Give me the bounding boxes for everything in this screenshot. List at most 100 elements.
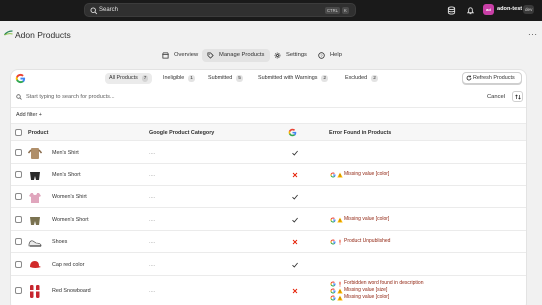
product-thumbnail [28,240,42,247]
column-header-category[interactable]: Google Product Category [149,130,214,136]
shortcut-key-k: K [342,7,349,14]
filter-submitted-count: 5 [236,75,243,82]
product-search-input[interactable]: Start typing to search for products... [26,94,115,100]
tab-settings-label: Settings [286,52,307,58]
check-icon [292,217,298,223]
app-nav-tabs: Overview Manage Products Settings ? Help [0,49,542,63]
google-icon [330,281,336,286]
add-filter-button[interactable]: Add filter + [16,112,42,118]
filter-submitted[interactable]: Submitted 5 [204,73,247,84]
filter-excluded-label: Excluded [345,75,368,81]
error-message: Missing value [color] [344,216,390,222]
warning-icon [337,217,343,222]
error-icon [339,281,341,286]
table-row[interactable]: Cap red color.... [11,253,526,276]
product-search-bar[interactable]: Start typing to search for products... C… [11,89,526,105]
error-message: Missing value [color] [344,171,390,177]
table-row[interactable]: Men's Short.... Missing value [color] [11,164,526,186]
product-thumbnail [28,148,42,159]
tab-manage-products[interactable]: Manage Products [202,49,271,62]
avatar[interactable]: ad [483,4,494,15]
table-row[interactable]: Shoes.... Product Unpublished [11,231,526,253]
column-header-errors[interactable]: Error Found in Products [329,130,391,136]
product-category: .... [149,150,156,156]
table-row[interactable]: Women's Short.... Missing value [color] [11,208,526,231]
google-column-icon [288,128,297,137]
tag-icon [207,52,214,59]
tab-help[interactable]: ? Help [313,49,348,62]
x-icon [292,172,298,178]
product-thumbnail [30,172,40,180]
product-name[interactable]: Red Snowboard [52,288,91,294]
product-category: .... [149,262,156,268]
product-thumbnail [29,193,41,203]
column-header-product[interactable]: Product [28,130,48,136]
refresh-products-label: Refresh Products [473,75,515,81]
warning-icon [337,172,343,177]
row-checkbox[interactable] [15,171,22,178]
page-title: Adon Products [15,30,71,40]
tab-manage-products-label: Manage Products [219,52,265,58]
row-checkbox[interactable] [15,149,22,156]
search-icon [90,7,98,15]
filter-excluded-count: 2 [371,75,378,82]
x-icon [292,288,298,294]
product-name[interactable]: Shoes [52,239,67,245]
row-checkbox[interactable] [15,261,22,268]
warning-icon [337,295,343,300]
error-icon [339,239,341,244]
error-message: Forbidden word found in description [344,280,424,286]
filter-submitted-with-warnings[interactable]: Submitted with Warnings 2 [254,73,332,84]
check-icon [292,150,298,156]
store-name[interactable]: adon-test [497,6,522,12]
google-icon [330,288,336,293]
table-row[interactable]: Women's Shirt.... [11,186,526,208]
product-name[interactable]: Cap red color [52,262,84,268]
refresh-icon [466,75,472,81]
google-icon [330,239,336,244]
warning-icon [337,288,343,293]
row-checkbox[interactable] [15,287,22,294]
row-checkbox[interactable] [15,193,22,200]
product-category: .... [149,288,156,294]
store-badge: dev [523,5,535,14]
filter-submitted-with-warnings-label: Submitted with Warnings [258,75,318,81]
cancel-search-button[interactable]: Cancel [487,94,505,100]
table-row[interactable]: Men's Shirt.... [11,141,526,164]
search-icon [16,94,22,100]
product-category: .... [149,217,156,223]
tab-help-label: Help [330,52,342,58]
row-checkbox[interactable] [15,216,22,223]
product-name[interactable]: Men's Short [52,172,81,178]
google-icon [330,295,336,300]
refresh-products-button[interactable]: Refresh Products [462,72,522,84]
error-message: Missing value [size] [344,287,388,293]
sort-icon [514,94,521,99]
global-search-placeholder: Search [99,7,119,13]
top-bar: Search CTRL K ad adon-test dev [0,0,542,21]
filter-all-products[interactable]: All Products 7 [105,73,153,84]
product-name[interactable]: Women's Short [52,217,89,223]
filter-ineligible[interactable]: Ineligible 1 [159,73,199,84]
table-row[interactable]: Red Snowboard.... Forbidden word found in… [11,276,526,305]
database-icon[interactable] [447,6,456,15]
app-logo-icon [4,30,13,36]
product-thumbnail [30,217,40,225]
tab-overview[interactable]: Overview [157,49,204,62]
products-card: All Products 7 Ineligible 1 Submitted 5 Sub… [11,70,526,305]
product-category: .... [149,239,156,245]
gear-icon [274,52,281,59]
global-search-input[interactable]: Search CTRL K [84,3,356,17]
product-name[interactable]: Men's Shirt [52,150,79,156]
select-all-checkbox[interactable] [15,129,22,136]
filter-submitted-with-warnings-count: 2 [321,75,329,82]
bell-icon[interactable] [466,6,475,15]
error-message: Missing value [color] [344,294,390,300]
more-actions-button[interactable]: ··· [528,30,538,39]
table-header: Product Google Product Category Error Fo… [11,123,526,141]
row-checkbox[interactable] [15,238,22,245]
tab-settings[interactable]: Settings [269,49,313,62]
filter-excluded[interactable]: Excluded 2 [341,73,382,84]
sort-button[interactable] [512,91,523,102]
product-name[interactable]: Women's Shirt [52,194,87,200]
